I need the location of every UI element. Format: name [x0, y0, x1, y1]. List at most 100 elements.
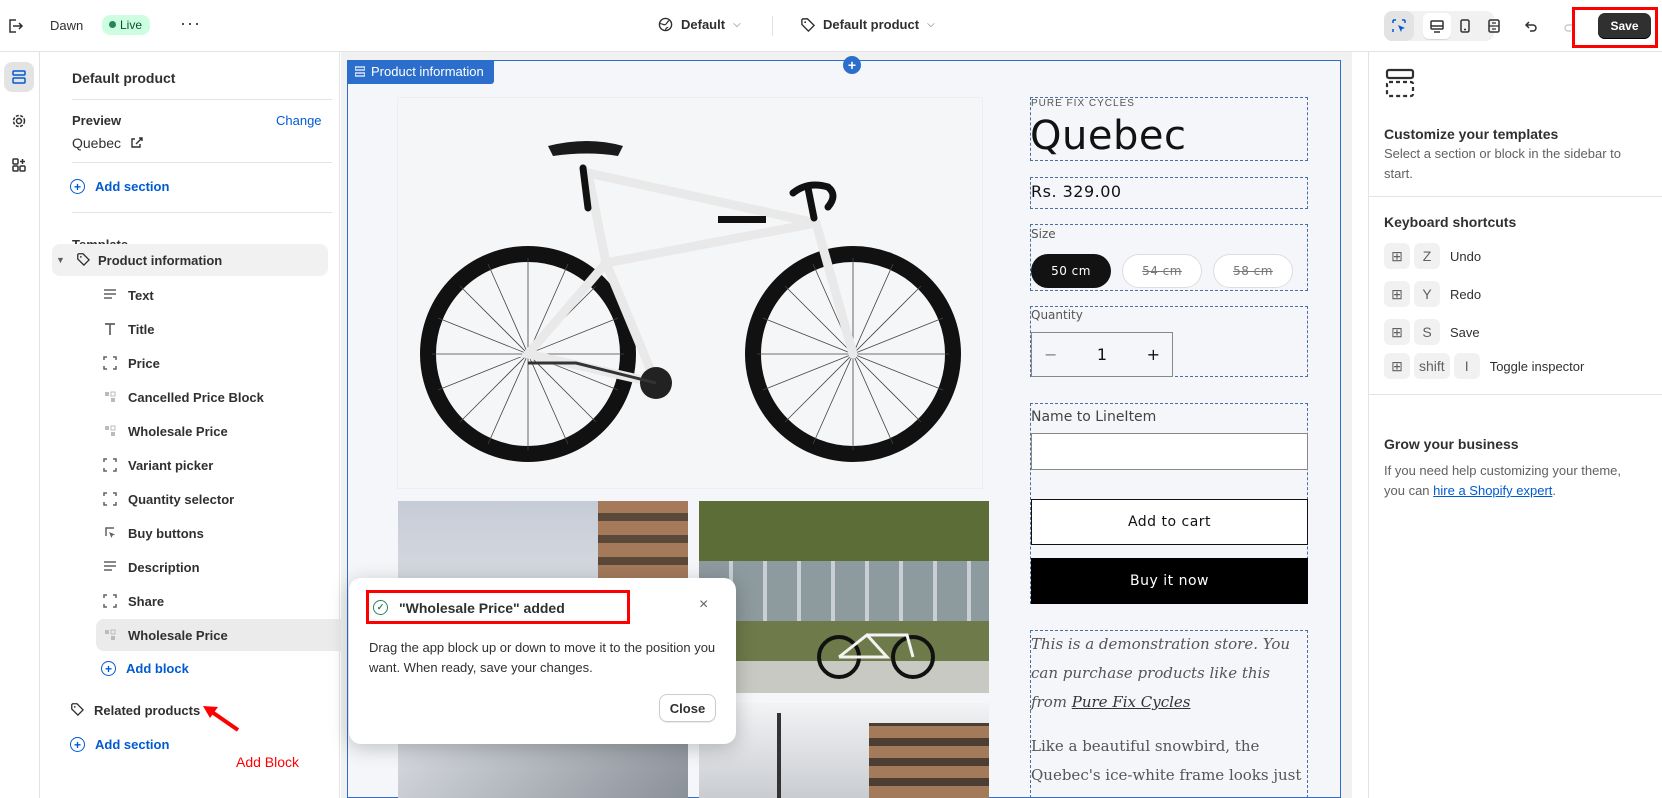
mobile-view-button[interactable] — [1451, 13, 1479, 39]
product-selector[interactable]: Default product ⌵ — [800, 17, 935, 32]
block-item-buy-buttons[interactable]: Buy buttons — [92, 517, 368, 549]
plus-circle-icon: + — [101, 661, 116, 676]
annotation-arrow-add-block — [203, 706, 240, 732]
hire-shopify-expert-link[interactable]: hire a Shopify expert — [1433, 483, 1552, 498]
block-label: Buy buttons — [128, 525, 204, 541]
add-section-button-bottom[interactable]: + Add section — [70, 737, 169, 752]
shortcut-undo: ⊞ Z Undo — [1384, 243, 1481, 269]
template-selector[interactable]: Default ⌵ — [658, 17, 741, 32]
section-tab-product-information[interactable]: Product information — [347, 60, 494, 84]
block-item-price[interactable]: Price — [92, 347, 368, 379]
live-dot-icon — [109, 21, 116, 29]
theme-settings-tab[interactable] — [4, 106, 34, 136]
block-icon — [102, 593, 118, 609]
block-item-variant-picker[interactable]: Variant picker — [92, 449, 368, 481]
block-label: Description — [128, 559, 200, 575]
chevron-down-icon[interactable]: ▼ — [56, 255, 68, 265]
add-section-button-top[interactable]: + Add section — [70, 179, 169, 194]
add-to-cart-button[interactable]: Add to cart — [1031, 499, 1308, 545]
block-item-title[interactable]: Title — [92, 313, 368, 345]
block-item-share[interactable]: Share — [92, 585, 368, 617]
key-y: Y — [1414, 281, 1440, 307]
block-label: Cancelled Price Block — [128, 389, 264, 405]
app-block-icon — [102, 423, 118, 439]
product-thumbnail-2[interactable] — [699, 501, 989, 693]
block-item-wholesale-price[interactable]: Wholesale Price — [92, 415, 368, 447]
block-label: Text — [128, 287, 154, 303]
preview-label: Preview — [72, 113, 122, 128]
plus-circle-icon: + — [70, 737, 85, 752]
live-badge: Live — [102, 15, 151, 35]
size-option-58cm[interactable]: 58 cm — [1213, 254, 1293, 288]
drag-handle-icon — [355, 66, 365, 77]
annotation-highlight-save — [1572, 7, 1658, 48]
grow-text-end: . — [1552, 483, 1557, 498]
globe-icon — [658, 17, 673, 32]
preview-value-label: Quebec — [72, 135, 122, 151]
customize-heading: Customize your templates — [1384, 126, 1559, 142]
block-icon — [102, 491, 118, 507]
expand-icon — [1488, 19, 1500, 33]
quantity-minus-button[interactable]: − — [1044, 345, 1057, 364]
add-section-above-icon[interactable]: + — [843, 56, 861, 74]
key-i: I — [1453, 353, 1480, 379]
inspector-select-button[interactable] — [1384, 11, 1414, 41]
desktop-icon — [1430, 20, 1444, 33]
grow-heading: Grow your business — [1384, 436, 1519, 452]
gear-icon — [12, 114, 26, 128]
size-option-54cm[interactable]: 54 cm — [1122, 254, 1202, 288]
section-related-products[interactable]: Related products — [70, 702, 200, 719]
preview-value[interactable]: Quebec — [72, 135, 143, 151]
toast-body: Drag the app block up or down to move it… — [369, 640, 716, 675]
title-icon — [102, 321, 118, 337]
quantity-plus-button[interactable]: + — [1147, 345, 1160, 364]
chevron-down-icon: ⌵ — [733, 19, 741, 30]
apps-tab[interactable] — [4, 150, 34, 180]
block-item-quantity-selector[interactable]: Quantity selector — [92, 483, 368, 515]
building-graphic — [869, 723, 989, 798]
key-s: S — [1414, 319, 1440, 345]
desktop-view-button[interactable] — [1423, 13, 1451, 39]
block-item-text[interactable]: Text — [92, 279, 368, 311]
sections-tab[interactable] — [4, 62, 34, 92]
size-option-50cm[interactable]: 50 cm — [1031, 254, 1111, 288]
name-to-lineitem-input[interactable] — [1031, 433, 1308, 470]
customize-text: Select a section or block in the sidebar… — [1384, 146, 1622, 181]
block-item-description[interactable]: Description — [92, 551, 368, 583]
change-preview-link[interactable]: Change — [276, 113, 322, 128]
product-selector-label: Default product — [823, 17, 920, 32]
block-label: Wholesale Price — [128, 423, 228, 439]
undo-button[interactable] — [1517, 13, 1545, 39]
cursor-icon — [102, 525, 118, 541]
add-block-button[interactable]: + Add block — [101, 661, 189, 676]
close-icon[interactable]: × — [699, 596, 708, 614]
app-block-icon — [102, 627, 118, 643]
product-description-italic: This is a demonstration store. You can p… — [1031, 630, 1307, 717]
exit-icon[interactable] — [6, 17, 24, 35]
live-badge-label: Live — [120, 18, 143, 32]
product-title: Quebec — [1030, 113, 1187, 159]
related-products-label: Related products — [94, 703, 201, 718]
select-cursor-icon — [1392, 19, 1406, 32]
buy-it-now-button[interactable]: Buy it now — [1031, 558, 1308, 604]
command-key-icon: ⊞ — [1384, 243, 1410, 269]
product-price: Rs. 329.00 — [1031, 182, 1122, 201]
grow-text: If you need help customizing your theme,… — [1384, 461, 1634, 501]
block-label: Title — [128, 321, 155, 337]
block-added-toast: ✓ "Wholesale Price" added × Drag the app… — [349, 578, 736, 744]
shortcuts-heading: Keyboard shortcuts — [1384, 214, 1517, 230]
toast-close-button[interactable]: Close — [659, 694, 716, 722]
divider — [1369, 196, 1662, 197]
bicycle-thumb-image — [817, 632, 935, 679]
block-item-wholesale-price-selected[interactable]: Wholesale Price — [96, 619, 368, 651]
section-product-information[interactable]: ▼ Product information — [52, 244, 328, 276]
more-actions-button[interactable]: ··· — [180, 13, 201, 34]
product-thumbnail-4[interactable] — [699, 703, 989, 798]
block-label: Share — [128, 593, 165, 609]
block-item-cancelled-price[interactable]: Cancelled Price Block — [92, 381, 368, 413]
divider — [72, 162, 332, 163]
quantity-value[interactable]: 1 — [1097, 345, 1107, 364]
fullscreen-view-button[interactable] — [1480, 13, 1508, 39]
pure-fix-cycles-link[interactable]: Pure Fix Cycles — [1072, 693, 1191, 711]
block-label: Quantity selector — [128, 491, 235, 507]
